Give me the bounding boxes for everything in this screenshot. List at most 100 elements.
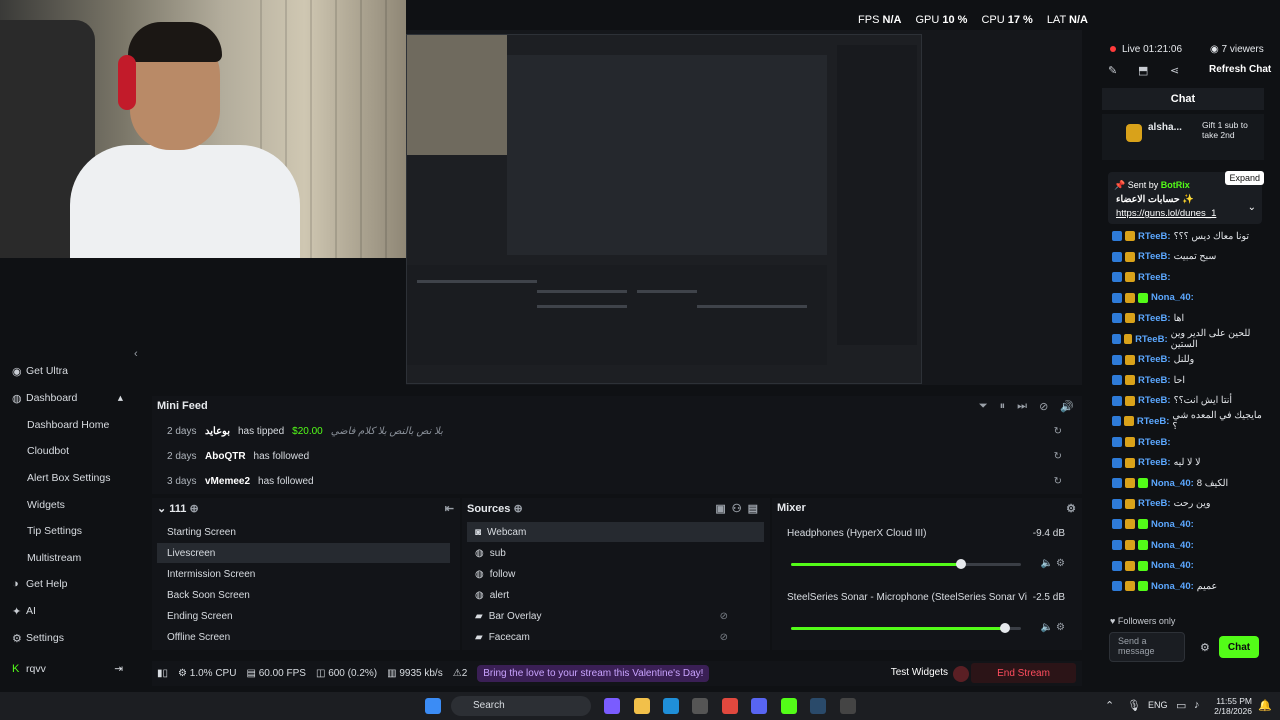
hidden-eye-icon[interactable]: ⊘ [720, 611, 728, 622]
chat-username[interactable]: RTeeB: [1137, 416, 1170, 427]
replay-icon[interactable]: ↻ [1054, 476, 1062, 487]
chat-username[interactable]: RTeeB: [1138, 375, 1171, 386]
skip-icon[interactable]: ⏭ [1017, 400, 1027, 413]
scene-item[interactable]: Starting Screen [157, 522, 450, 542]
chat-username[interactable]: RTeeB: [1138, 354, 1171, 365]
scene-item[interactable]: Offline Screen [157, 627, 450, 647]
nav-multistream[interactable]: Multistream [0, 546, 135, 570]
alerts-badge[interactable]: ⚠2 [453, 668, 468, 679]
expand-button[interactable]: Expand [1225, 171, 1264, 185]
scene-collection-title[interactable]: ⌄ 111 ⊕ [157, 502, 199, 515]
file-explorer-icon[interactable] [634, 698, 650, 714]
refresh-chat-button[interactable]: Refresh Chat [1209, 64, 1271, 75]
scene-item[interactable]: Back Soon Screen [157, 585, 450, 605]
nav-settings[interactable]: ⚙ Settings [0, 626, 135, 650]
end-stream-button[interactable]: End Stream [971, 663, 1076, 683]
chat-username[interactable]: Nona_40: [1151, 478, 1194, 489]
discord-icon[interactable] [751, 698, 767, 714]
add-source-icon[interactable]: ⊕ [513, 503, 522, 515]
filter-icon[interactable]: ⏷ [979, 400, 988, 413]
nav-user[interactable]: Krqvv ⇥ [0, 657, 135, 681]
chat-username[interactable]: RTeeB: [1138, 313, 1171, 324]
settings-app-icon[interactable] [840, 698, 856, 714]
nav-get-help[interactable]: ◑ Get Help [0, 572, 135, 596]
chat-username[interactable]: RTeeB: [1135, 334, 1168, 345]
volume-slider[interactable] [791, 623, 1021, 633]
tray-chevron-icon[interactable]: ⌃ [1105, 699, 1114, 712]
chat-send-button[interactable]: Chat [1219, 636, 1259, 658]
copilot-icon[interactable] [604, 698, 620, 714]
source-item[interactable]: ▰ Facecam ⊘ [467, 627, 764, 647]
mixer-settings-icon[interactable]: ⚙ [1066, 502, 1076, 515]
source-item[interactable]: ◍ alert [467, 585, 764, 605]
source-item[interactable]: ◍ sub [467, 543, 764, 563]
pinned-link[interactable]: https://guns.lol/dunes_1 [1116, 208, 1216, 219]
streamlabs-icon[interactable] [781, 698, 797, 714]
replay-icon[interactable]: ↻ [1054, 451, 1062, 462]
nav-get-ultra[interactable]: ◉ Get Ultra [0, 359, 135, 383]
notifications-icon[interactable]: 🔔 [1258, 699, 1272, 712]
nav-dashboard-home[interactable]: Dashboard Home [0, 413, 135, 437]
chat-settings-icon[interactable]: ⚙ [1200, 641, 1210, 654]
microphone-icon[interactable]: 🎙 [1127, 699, 1141, 712]
nav-alert-box-settings[interactable]: Alert Box Settings [0, 466, 135, 490]
hidden-eye-icon[interactable]: ⊘ [720, 632, 728, 643]
chat-username[interactable]: RTeeB: [1138, 395, 1171, 406]
start-icon[interactable] [425, 698, 441, 714]
pause-icon[interactable]: ⏸ [1000, 400, 1006, 413]
edit-icon[interactable]: ✎ [1108, 64, 1117, 77]
scene-item[interactable]: Intermission Screen [157, 564, 450, 584]
record-button[interactable] [953, 666, 969, 682]
stats-icon[interactable]: ▮▯ [157, 668, 168, 679]
source-item[interactable]: ◙ Webcam [467, 522, 764, 542]
source-tools[interactable]: ▣⚇▤ [715, 502, 764, 515]
scene-transition-icon[interactable]: ⇤ [445, 502, 454, 515]
chat-username[interactable]: Nona_40: [1151, 540, 1194, 551]
chat-username[interactable]: RTeeB: [1138, 498, 1171, 509]
scene-item[interactable]: Livescreen [157, 543, 450, 563]
badge-icon [1125, 540, 1135, 550]
nav-widgets[interactable]: Widgets [0, 493, 135, 517]
replay-icon[interactable]: ↻ [1054, 426, 1062, 437]
nav-tip-settings[interactable]: Tip Settings [0, 519, 135, 543]
steam-icon[interactable] [810, 698, 826, 714]
taskbar-clock[interactable]: 11:55 PM 2/18/2026 [1212, 696, 1252, 716]
chrome-icon[interactable] [722, 698, 738, 714]
chat-username[interactable]: RTeeB: [1138, 272, 1171, 283]
share-icon[interactable]: ⋖ [1170, 64, 1179, 77]
mute-alerts-icon[interactable]: ⊘ [1039, 400, 1048, 413]
stream-preview[interactable] [406, 30, 1082, 385]
nav-dashboard[interactable]: ◍ Dashboard ▴ [0, 386, 135, 410]
chat-username[interactable]: Nona_40: [1151, 519, 1194, 530]
volume-icon[interactable]: 🔊 [1060, 400, 1074, 413]
chat-username[interactable]: RTeeB: [1138, 437, 1171, 448]
scene-item[interactable]: Ending Screen [157, 606, 450, 626]
chat-username[interactable]: Nona_40: [1151, 292, 1194, 303]
source-item[interactable]: ◍ follow [467, 564, 764, 584]
collapse-sidebar-icon[interactable]: ‹ [134, 348, 138, 360]
promo-banner[interactable]: Bring the love to your stream this Valen… [477, 665, 710, 682]
chat-username[interactable]: RTeeB: [1138, 457, 1171, 468]
chat-username[interactable]: Nona_40: [1151, 560, 1194, 571]
add-scene-icon[interactable]: ⊕ [189, 503, 198, 515]
popout-icon[interactable]: ⬒ [1138, 64, 1148, 77]
edge-icon[interactable] [663, 698, 679, 714]
chat-message-input[interactable]: Send a message [1109, 632, 1185, 662]
network-icon[interactable]: ▭ [1176, 699, 1186, 712]
source-item[interactable]: ▰ Bar Overlay ⊘ [467, 606, 764, 626]
chat-username[interactable]: RTeeB: [1138, 231, 1171, 242]
language-indicator[interactable]: ENG [1148, 700, 1168, 710]
volume-slider[interactable] [791, 559, 1021, 569]
mixer-channel-controls[interactable]: 🔈 ⚙ [1041, 558, 1065, 569]
mixer-channel-controls[interactable]: 🔈 ⚙ [1041, 622, 1065, 633]
chevron-down-icon[interactable]: ⌄ [1248, 202, 1256, 213]
test-widgets-button[interactable]: Test Widgets [891, 667, 948, 678]
nav-cloudbot[interactable]: Cloudbot [0, 439, 135, 463]
store-icon[interactable] [692, 698, 708, 714]
taskbar-search[interactable]: Search [451, 696, 591, 716]
badge-icon [1125, 272, 1135, 283]
volume-tray-icon[interactable]: ♪ [1194, 699, 1200, 711]
nav-ai[interactable]: ✦ AI [0, 599, 135, 623]
chat-username[interactable]: Nona_40: [1151, 581, 1194, 592]
chat-username[interactable]: RTeeB: [1138, 251, 1171, 262]
